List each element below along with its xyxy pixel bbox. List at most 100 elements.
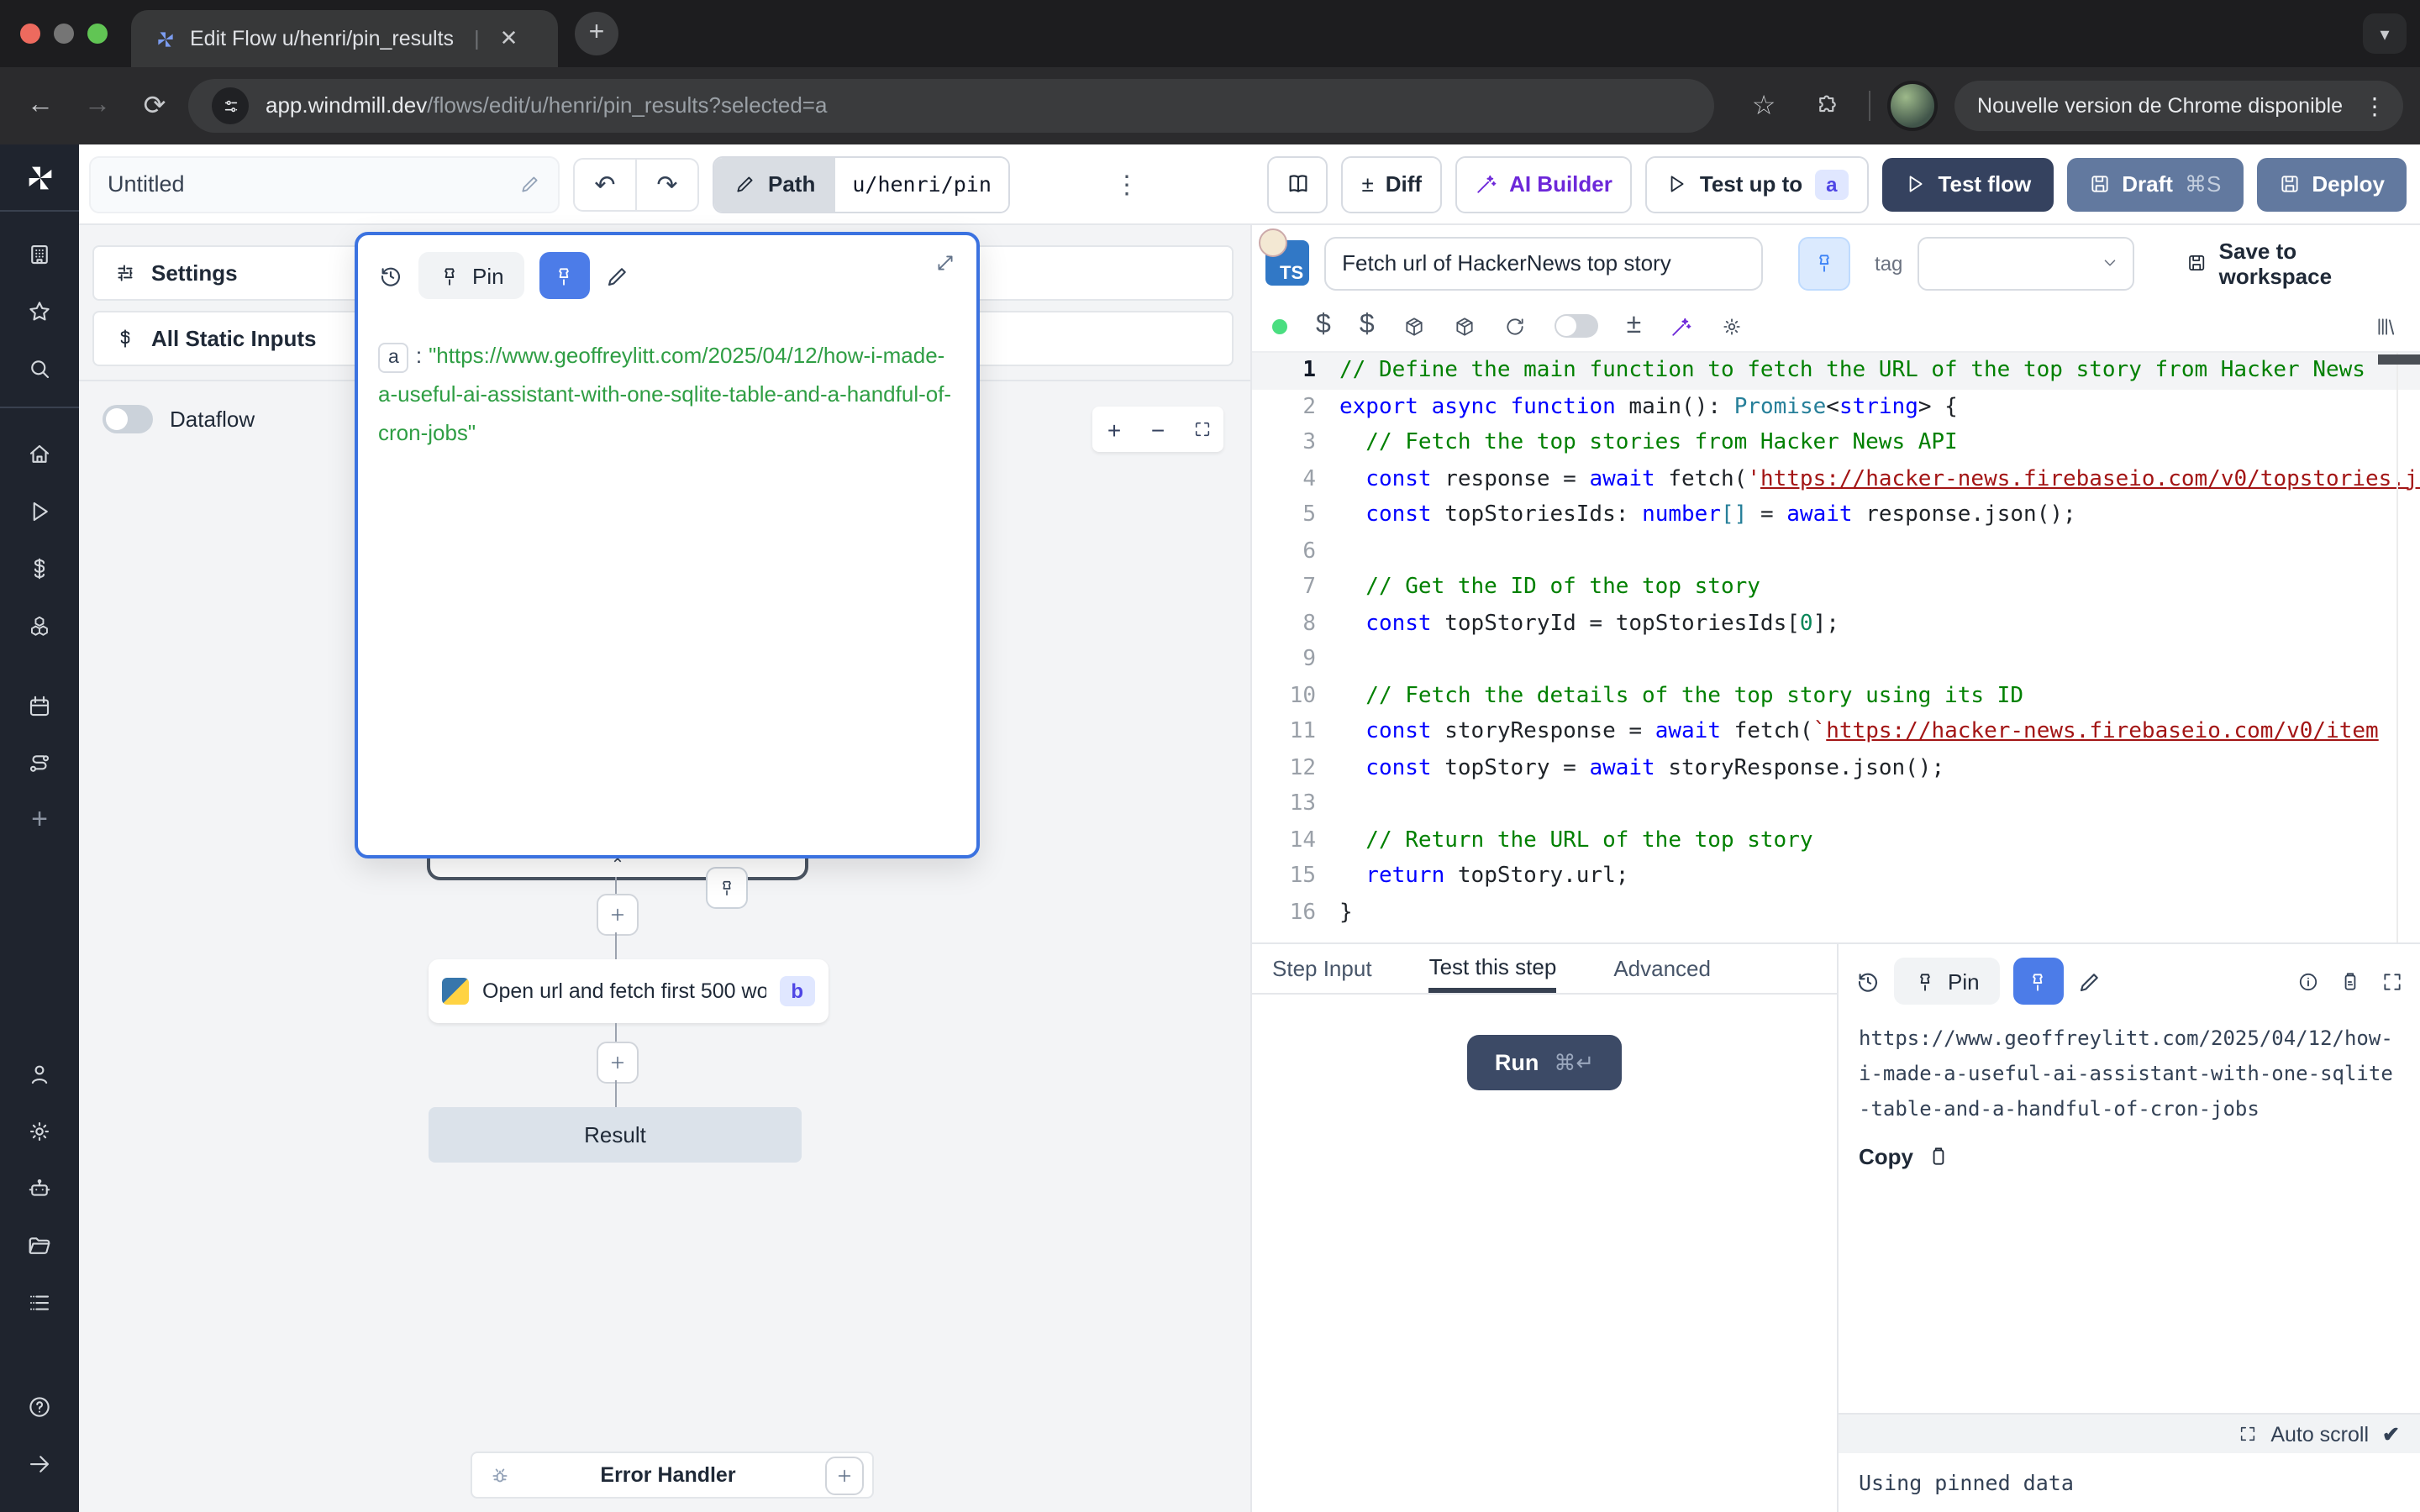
- node-pin-badge[interactable]: [706, 867, 748, 909]
- sidebar-expand-icon[interactable]: [0, 1435, 79, 1492]
- sidebar-item-folders[interactable]: [0, 1216, 79, 1273]
- fit-view-button[interactable]: [1180, 420, 1223, 438]
- test-flow-button[interactable]: Test flow: [1883, 157, 2054, 211]
- reload-button[interactable]: ⟳: [131, 82, 178, 129]
- window-controls[interactable]: [20, 24, 108, 44]
- insert-step-button[interactable]: [597, 894, 639, 936]
- sidebar-item-workers[interactable]: [0, 1159, 79, 1216]
- run-button[interactable]: Run ⌘↵: [1468, 1035, 1621, 1090]
- code-line[interactable]: 7 // Get the ID of the top story: [1252, 570, 2420, 606]
- edit-name-icon[interactable]: [519, 173, 541, 195]
- sidebar-item-settings[interactable]: [0, 1102, 79, 1159]
- info-icon[interactable]: [2297, 970, 2319, 992]
- plusminus-icon[interactable]: ±: [1627, 311, 1642, 341]
- code-line[interactable]: 3 // Fetch the top stories from Hacker N…: [1252, 425, 2420, 461]
- code-line[interactable]: 2export async function main(): Promise<s…: [1252, 389, 2420, 425]
- code-line[interactable]: 4 const response = await fetch('https://…: [1252, 461, 2420, 497]
- pinned-toggle-button[interactable]: [539, 252, 590, 299]
- auto-scroll-label[interactable]: Auto scroll: [2270, 1422, 2369, 1446]
- tab-search-button[interactable]: ▾: [2363, 13, 2407, 54]
- chrome-update-button[interactable]: Nouvelle version de Chrome disponible ⋮: [1954, 81, 2403, 131]
- ai-assist-icon[interactable]: [1670, 315, 1691, 337]
- more-options-icon[interactable]: ⋮: [1114, 169, 1139, 199]
- sidebar-item-schedules[interactable]: [0, 677, 79, 734]
- sidebar-item-users[interactable]: [0, 1045, 79, 1102]
- step-title-input[interactable]: [1323, 236, 1764, 290]
- edit-pin-icon[interactable]: [605, 263, 630, 288]
- test-up-to-button[interactable]: Test up to a: [1646, 155, 1870, 213]
- extensions-icon[interactable]: [1804, 82, 1851, 129]
- tab-step-input[interactable]: Step Input: [1272, 944, 1372, 993]
- maximize-window-button[interactable]: [87, 24, 108, 44]
- copy-button[interactable]: Copy: [1839, 1127, 2420, 1186]
- code-line[interactable]: 13: [1252, 786, 2420, 822]
- pin-button[interactable]: Pin: [418, 252, 524, 299]
- site-settings-icon[interactable]: [212, 87, 249, 124]
- result-node[interactable]: Result: [429, 1107, 802, 1163]
- pinned-toggle-button[interactable]: [2013, 958, 2064, 1005]
- sidebar-item-flows[interactable]: [0, 734, 79, 791]
- code-line[interactable]: 14 // Return the URL of the top story: [1252, 822, 2420, 858]
- deploy-button[interactable]: Deploy: [2256, 157, 2407, 211]
- resources-dollar-icon[interactable]: $: [1360, 311, 1375, 341]
- reload-code-icon[interactable]: [1504, 315, 1526, 337]
- copy-json-icon[interactable]: [2339, 970, 2361, 992]
- library-icon[interactable]: [2375, 315, 2396, 337]
- zoom-out-button[interactable]: −: [1136, 416, 1180, 443]
- sidebar-item-add[interactable]: +: [0, 791, 79, 848]
- code-editor[interactable]: 1// Define the main function to fetch th…: [1252, 351, 2420, 942]
- expand-result-icon[interactable]: [2381, 970, 2403, 992]
- edit-pin-icon[interactable]: [2077, 969, 2102, 994]
- package-icon[interactable]: [1403, 315, 1425, 337]
- sidebar-item-logs[interactable]: [0, 1273, 79, 1331]
- pin-button[interactable]: Pin: [1894, 958, 2000, 1005]
- sidebar-item-help[interactable]: [0, 1378, 79, 1435]
- draft-button[interactable]: Draft ⌘S: [2066, 157, 2243, 211]
- sidebar-item-variables[interactable]: [0, 539, 79, 596]
- code-line[interactable]: 6: [1252, 533, 2420, 570]
- diff-button[interactable]: ±Diff: [1341, 155, 1442, 213]
- sidebar-item-home[interactable]: [0, 425, 79, 482]
- sidebar-item-search[interactable]: [0, 339, 79, 396]
- code-line[interactable]: 5 const topStoriesIds: number[] = await …: [1252, 497, 2420, 533]
- browser-tab[interactable]: Edit Flow u/henri/pin_results | ✕: [131, 10, 558, 67]
- save-to-workspace-button[interactable]: Save to workspace: [2186, 238, 2403, 288]
- sidebar-item-favorites[interactable]: [0, 282, 79, 339]
- code-line[interactable]: 9: [1252, 642, 2420, 678]
- minimize-window-button[interactable]: [54, 24, 74, 44]
- tab-advanced[interactable]: Advanced: [1613, 944, 1711, 993]
- dataflow-toggle[interactable]: [103, 405, 153, 433]
- browser-menu-icon[interactable]: ⋮: [2356, 92, 2393, 120]
- expand-popup-icon[interactable]: [934, 252, 956, 274]
- code-line[interactable]: 12 const topStory = await storyResponse.…: [1252, 750, 2420, 786]
- zoom-in-button[interactable]: +: [1092, 416, 1136, 443]
- path-button[interactable]: Path u/henri/pin: [713, 155, 1010, 213]
- package2-icon[interactable]: [1454, 315, 1476, 337]
- diff-mode-toggle[interactable]: [1555, 314, 1598, 338]
- expand-logs-icon[interactable]: [2238, 1425, 2257, 1443]
- close-window-button[interactable]: [20, 24, 40, 44]
- step-pin-button[interactable]: [1799, 236, 1849, 290]
- code-line[interactable]: 1// Define the main function to fetch th…: [1252, 353, 2420, 389]
- tag-select[interactable]: [1918, 236, 2134, 290]
- code-line[interactable]: 10 // Fetch the details of the top story…: [1252, 678, 2420, 714]
- code-line[interactable]: 8 const topStoryId = topStoriesIds[0];: [1252, 606, 2420, 642]
- collapse-chevron-icon[interactable]: ⌃: [611, 858, 625, 875]
- windmill-logo[interactable]: [23, 161, 56, 195]
- add-error-handler-button[interactable]: [825, 1456, 864, 1494]
- history-icon[interactable]: [1855, 969, 1881, 994]
- history-icon[interactable]: [378, 263, 403, 288]
- tab-close-icon[interactable]: ✕: [493, 25, 525, 52]
- flow-name-field[interactable]: Untitled: [89, 155, 560, 213]
- sidebar-item-workspace[interactable]: [0, 225, 79, 282]
- address-bar[interactable]: app.windmill.dev/flows/edit/u/henri/pin_…: [188, 79, 1714, 133]
- profile-avatar[interactable]: [1886, 81, 1937, 131]
- code-line[interactable]: 16}: [1252, 895, 2420, 931]
- sidebar-item-runs[interactable]: [0, 482, 79, 539]
- editor-scrollbar[interactable]: [2378, 354, 2420, 365]
- tab-test-this-step[interactable]: Test this step: [1429, 944, 1557, 993]
- code-line[interactable]: 11 const storyResponse = await fetch(`ht…: [1252, 714, 2420, 750]
- ai-builder-button[interactable]: AI Builder: [1455, 155, 1633, 213]
- node-b[interactable]: Open url and fetch first 500 words of ..…: [429, 959, 829, 1023]
- undo-button[interactable]: ↶: [575, 159, 637, 209]
